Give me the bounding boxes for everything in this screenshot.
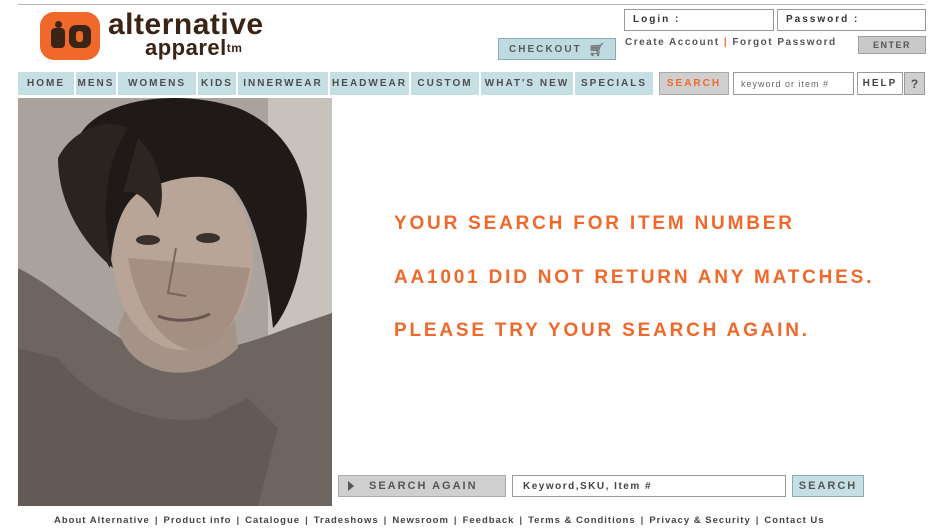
nav-search-button[interactable]: SEARCH (659, 72, 729, 95)
nav-item-headwear[interactable]: HEADWEAR (330, 72, 411, 95)
footer-link-contact[interactable]: Contact Us (764, 515, 824, 526)
nav-item-specials[interactable]: SPECIALS (575, 72, 655, 95)
footer-link-tradeshows[interactable]: Tradeshows (314, 515, 379, 526)
create-account-link[interactable]: Create Account (625, 37, 720, 48)
hero-photo (18, 98, 332, 506)
footer-link-privacy[interactable]: Privacy & Security (649, 515, 750, 526)
checkout-button[interactable]: CHECKOUT 🛒︎ (498, 38, 616, 60)
top-rule (18, 4, 925, 5)
footer-separator: | (383, 515, 388, 526)
footer-link-about[interactable]: About Alternative (54, 515, 150, 526)
footer-links: About Alternative | Product info | Catalogue… (54, 515, 825, 526)
main-nav: HOME MENS WOMENS KIDS INNERWEAR HEADWEAR… (18, 72, 655, 95)
footer-separator: | (154, 515, 159, 526)
nav-search-input[interactable]: keyword or item # (733, 72, 854, 95)
brand-subname-text: apparel (145, 35, 227, 60)
footer-link-feedback[interactable]: Feedback (463, 515, 515, 526)
portrait-illustration (18, 98, 332, 506)
brand-logo-icon[interactable] (40, 12, 100, 60)
footer-separator: | (519, 515, 524, 526)
message-line-2: AA1001 DID NOT RETURN ANY MATCHES. (394, 267, 875, 288)
nav-item-custom[interactable]: CUSTOM (411, 72, 481, 95)
footer-link-product-info[interactable]: Product info (164, 515, 232, 526)
enter-button[interactable]: ENTER (858, 36, 926, 54)
forgot-password-link[interactable]: Forgot Password (732, 37, 836, 48)
brand-subname[interactable]: appareltm (145, 36, 242, 60)
footer-separator: | (453, 515, 458, 526)
nav-item-innerwear[interactable]: INNERWEAR (238, 72, 330, 95)
footer-link-terms[interactable]: Terms & Conditions (528, 515, 636, 526)
login-field[interactable]: Login : (624, 9, 774, 31)
footer-link-catalogue[interactable]: Catalogue (245, 515, 300, 526)
link-separator: | (723, 37, 729, 48)
nav-item-mens[interactable]: MENS (76, 72, 118, 95)
cart-icon: 🛒︎ (588, 42, 605, 57)
question-icon[interactable]: ? (904, 72, 925, 95)
footer-link-newsroom[interactable]: Newsroom (392, 515, 449, 526)
password-field[interactable]: Password : (777, 9, 926, 31)
search-submit-button[interactable]: SEARCH (792, 475, 864, 497)
footer-separator: | (640, 515, 645, 526)
nav-item-home[interactable]: HOME (18, 72, 76, 95)
nav-item-whats-new[interactable]: WHAT'S NEW (481, 72, 575, 95)
footer-separator: | (236, 515, 241, 526)
trademark: tm (226, 41, 243, 55)
checkout-label: CHECKOUT (509, 44, 582, 55)
help-button[interactable]: HELP (857, 72, 903, 95)
search-again-button[interactable]: SEARCH AGAIN (338, 475, 506, 497)
search-results-vertical-title: SEARCH RESULTS FOUND (331, 152, 359, 506)
account-links: Create Account | Forgot Password (625, 37, 837, 48)
play-arrow-icon (348, 481, 354, 491)
search-again-label: SEARCH AGAIN (369, 480, 478, 492)
footer-separator: | (755, 515, 760, 526)
footer-separator: | (305, 515, 309, 526)
search-again-input[interactable]: Keyword,SKU, Item # (512, 475, 786, 497)
message-line-3: PLEASE TRY YOUR SEARCH AGAIN. (394, 320, 810, 341)
nav-item-womens[interactable]: WOMENS (118, 72, 198, 95)
nav-item-kids[interactable]: KIDS (198, 72, 238, 95)
message-line-1: YOUR SEARCH FOR ITEM NUMBER (394, 213, 795, 234)
